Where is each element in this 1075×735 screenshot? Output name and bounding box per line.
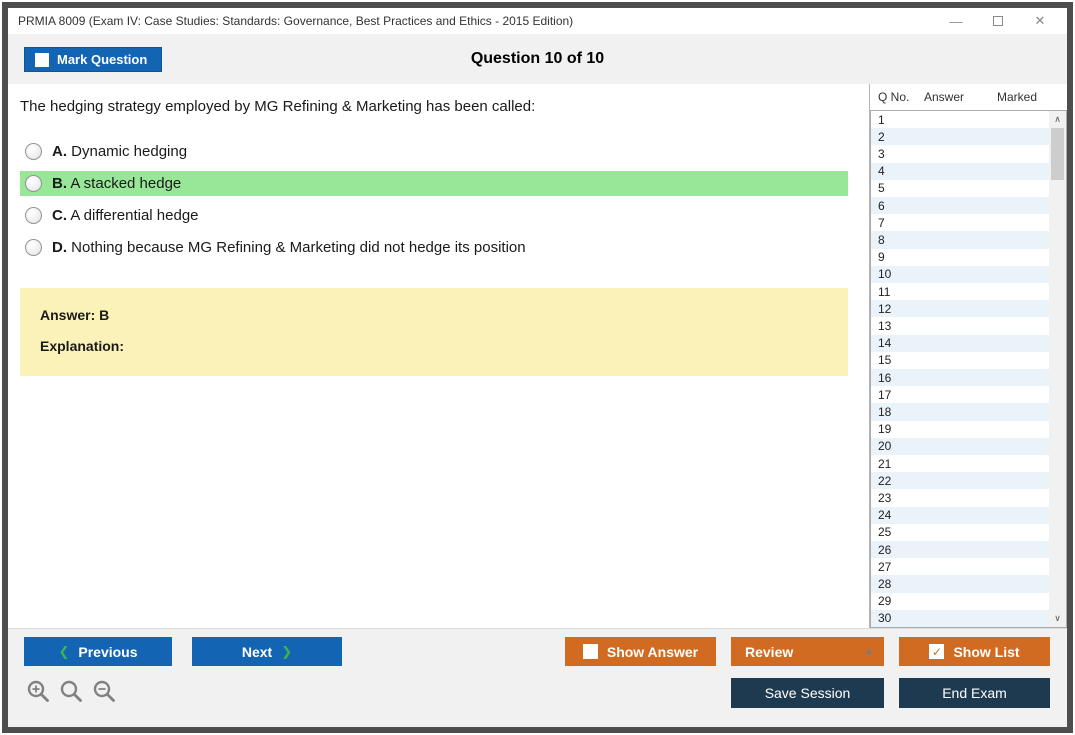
answer-panel: Answer: B Explanation: [20, 288, 848, 376]
previous-label: Previous [78, 643, 138, 660]
question-list-row[interactable]: 4 [871, 162, 1049, 180]
question-list-row[interactable]: 3 [871, 145, 1049, 163]
question-list-row[interactable]: 7 [871, 214, 1049, 232]
question-list-row[interactable]: 5 [871, 179, 1049, 198]
maximize-button[interactable] [977, 8, 1019, 34]
question-list-row[interactable]: 1 [871, 111, 1049, 129]
end-exam-label: End Exam [942, 685, 1007, 701]
option-d[interactable]: D. Nothing because MG Refining & Marketi… [20, 235, 848, 260]
window-controls: — ✕ [935, 8, 1061, 34]
question-list-row[interactable]: 28 [871, 575, 1049, 593]
question-list-row[interactable]: 29 [871, 592, 1049, 610]
zoom-reset-icon[interactable] [59, 679, 85, 705]
save-session-button[interactable]: Save Session [731, 678, 884, 708]
question-list: 1 2 3 4 5 6 7 8 9 10 11 12 13 14 15 16 17 18 19 20 21 22 23 24 2… [870, 110, 1067, 628]
question-list-row[interactable]: 21 [871, 455, 1049, 473]
question-list-row[interactable]: 11 [871, 283, 1049, 301]
question-list-row[interactable]: 14 [871, 334, 1049, 352]
zoom-in-icon[interactable] [26, 679, 52, 705]
question-list-row[interactable]: 12 [871, 300, 1049, 318]
column-answer: Answer [924, 90, 965, 104]
next-label: Next [241, 643, 273, 660]
zoom-controls [26, 679, 118, 705]
question-list-sidebar: Q No. Answer Marked 1 2 3 4 5 6 7 8 9 10 11 12 13 14 1… [869, 84, 1067, 628]
question-list-scrollbar[interactable]: ∧ ∨ [1049, 111, 1066, 627]
question-text: The hedging strategy employed by MG Refi… [20, 98, 536, 115]
option-a[interactable]: A. Dynamic hedging [20, 139, 848, 164]
radio-icon[interactable] [25, 207, 42, 224]
question-list-row[interactable]: 26 [871, 541, 1049, 559]
exam-window: PRMIA 8009 (Exam IV: Case Studies: Stand… [2, 2, 1073, 733]
column-qno: Q No. [878, 90, 910, 104]
main-area: The hedging strategy employed by MG Refi… [8, 84, 1067, 628]
question-list-row[interactable]: 19 [871, 420, 1049, 438]
show-answer-checkbox-icon[interactable] [582, 644, 598, 659]
question-list-row[interactable]: 24 [871, 506, 1049, 524]
options-list: A. Dynamic hedging B. A stacked hedge C. A… [20, 139, 848, 260]
chevron-right-icon: ❯ [281, 643, 293, 659]
mark-question-label: Mark Question [57, 52, 148, 67]
show-list-label: Show List [953, 643, 1020, 660]
show-answer-button[interactable]: Show Answer [565, 637, 716, 666]
question-list-row[interactable]: 27 [871, 558, 1049, 576]
option-label: B. A stacked hedge [52, 175, 182, 192]
close-button[interactable]: ✕ [1019, 8, 1061, 34]
question-panel: The hedging strategy employed by MG Refi… [8, 84, 869, 628]
review-button[interactable]: Review ▲ [731, 637, 884, 666]
question-list-row[interactable]: 6 [871, 197, 1049, 215]
question-list-row[interactable]: 17 [871, 386, 1049, 404]
option-label: D. Nothing because MG Refining & Marketi… [52, 239, 526, 256]
option-label: A. Dynamic hedging [52, 143, 188, 160]
mark-question-button[interactable]: Mark Question [24, 47, 163, 72]
next-button[interactable]: Next ❯ [192, 637, 342, 666]
question-list-row[interactable]: 23 [871, 489, 1049, 507]
option-b[interactable]: B. A stacked hedge [20, 171, 848, 196]
radio-icon[interactable] [25, 143, 42, 160]
show-list-button[interactable]: ✓ Show List [899, 637, 1050, 666]
option-label: C. A differential hedge [52, 207, 199, 224]
radio-icon[interactable] [25, 239, 42, 256]
column-marked: Marked [997, 90, 1038, 104]
zoom-out-icon[interactable] [92, 679, 118, 705]
previous-button[interactable]: ❮ Previous [24, 637, 172, 666]
minimize-icon: — [949, 13, 963, 29]
question-list-row[interactable]: 22 [871, 472, 1049, 490]
question-list-row[interactable]: 9 [871, 248, 1049, 266]
scrollbar-thumb[interactable] [1051, 128, 1064, 180]
window-title: PRMIA 8009 (Exam IV: Case Studies: Stand… [18, 14, 574, 28]
chevron-up-icon: ▲ [864, 646, 874, 657]
question-list-row[interactable]: 15 [871, 351, 1049, 370]
question-list-row[interactable]: 20 [871, 437, 1049, 456]
chevron-left-icon: ❮ [58, 643, 70, 659]
footer-bar: ❮ Previous Next ❯ Show Answer Review ▲ ✓… [8, 628, 1067, 727]
minimize-button[interactable]: — [935, 8, 977, 34]
question-list-header: Q No. Answer Marked [870, 84, 1067, 110]
radio-icon[interactable] [25, 175, 42, 192]
scroll-down-icon[interactable]: ∨ [1049, 610, 1066, 627]
end-exam-button[interactable]: End Exam [899, 678, 1050, 708]
show-answer-label: Show Answer [606, 643, 699, 660]
question-list-row[interactable]: 2 [871, 128, 1049, 146]
titlebar: PRMIA 8009 (Exam IV: Case Studies: Stand… [8, 8, 1067, 34]
question-list-row[interactable]: 13 [871, 317, 1049, 335]
answer-value: Answer: B [40, 307, 110, 323]
question-list-body: 1 2 3 4 5 6 7 8 9 10 11 12 13 14 15 16 17 18 19 20 21 22 23 24 2… [871, 111, 1049, 627]
maximize-icon [993, 16, 1003, 26]
question-list-row[interactable]: 18 [871, 403, 1049, 421]
close-icon: ✕ [1034, 13, 1046, 28]
review-label: Review [745, 643, 794, 660]
option-c[interactable]: C. A differential hedge [20, 203, 848, 228]
explanation-label: Explanation: [40, 338, 125, 354]
question-list-row[interactable]: 16 [871, 369, 1049, 387]
question-list-row[interactable]: 25 [871, 523, 1049, 542]
scroll-up-icon[interactable]: ∧ [1049, 111, 1066, 128]
question-list-row[interactable]: 8 [871, 231, 1049, 249]
question-counter: Question 10 of 10 [470, 50, 605, 67]
header-band: Mark Question Question 10 of 10 [8, 34, 1067, 84]
save-session-label: Save Session [764, 685, 851, 701]
show-list-checkbox-icon[interactable]: ✓ [929, 644, 945, 659]
mark-question-checkbox-icon[interactable] [35, 52, 49, 67]
question-list-row[interactable]: 10 [871, 265, 1049, 284]
question-list-row[interactable]: 30 [871, 609, 1049, 627]
